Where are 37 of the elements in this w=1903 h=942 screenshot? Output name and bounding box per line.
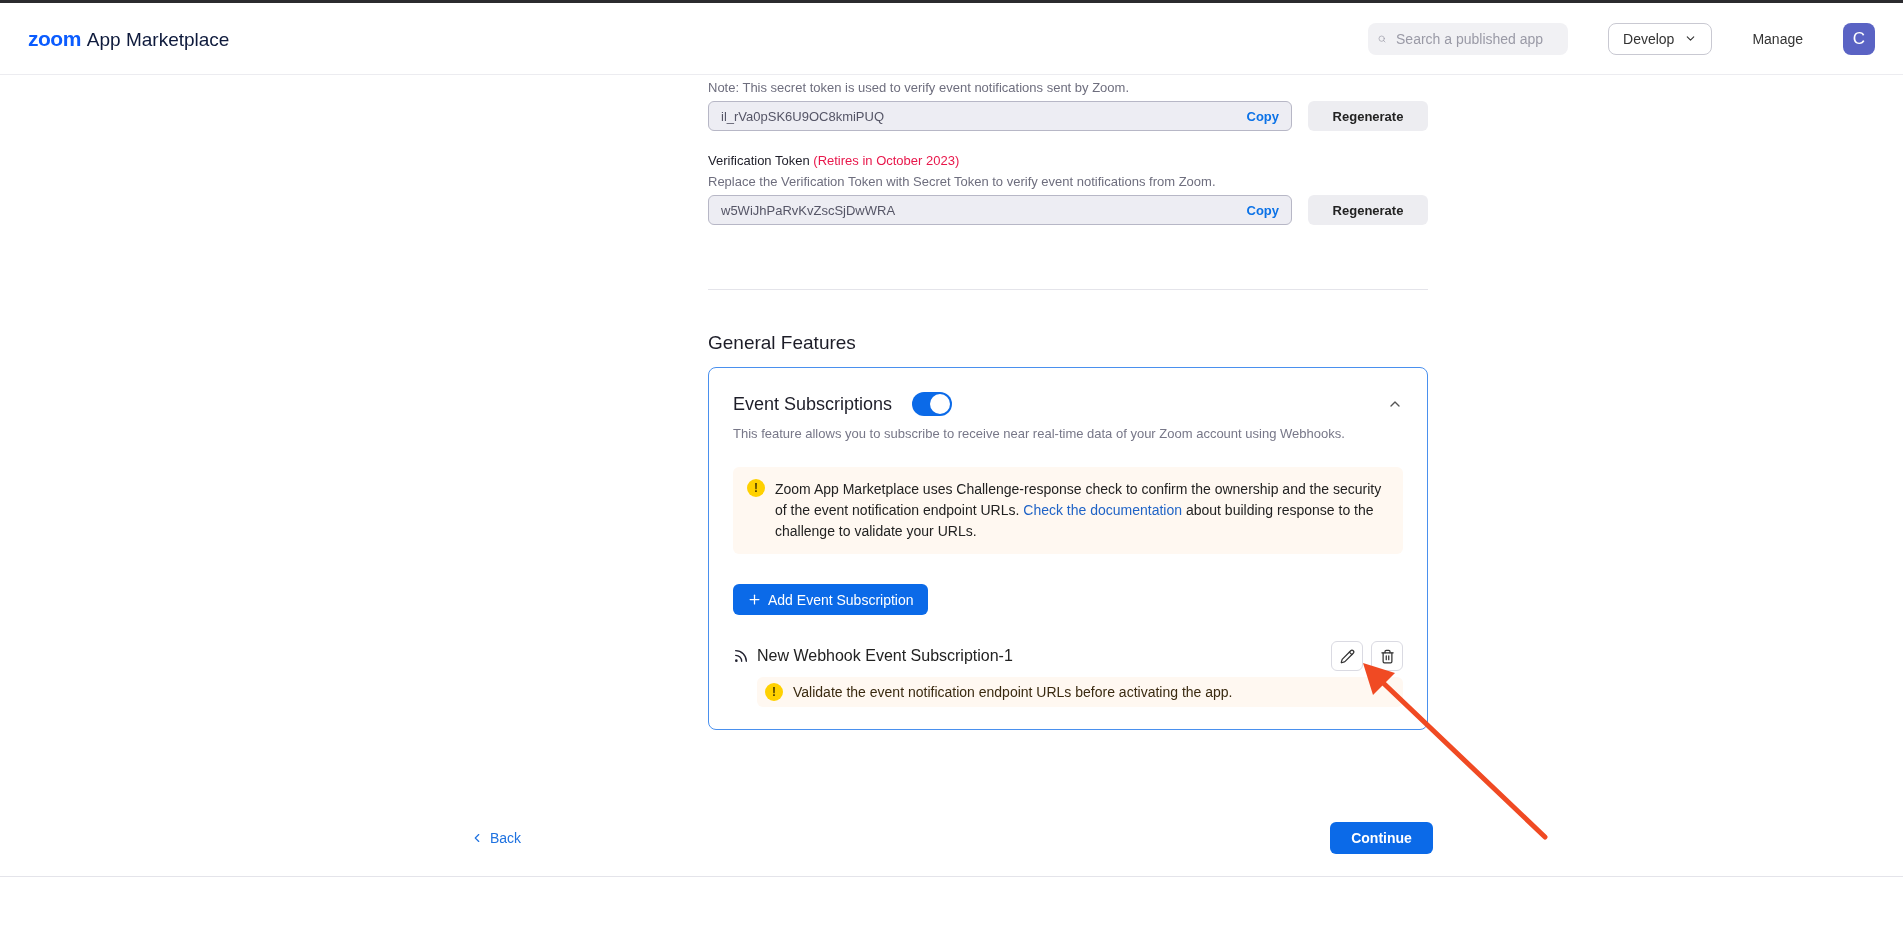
continue-button[interactable]: Continue	[1330, 822, 1433, 854]
field-description: Replace the Verification Token with Secret Token to verify event notifications from Zoom.	[708, 174, 1217, 189]
token-field[interactable]: w5WiJhPaRvKvZscSjDwWRA Copy	[708, 195, 1292, 225]
logo-text: App Marketplace	[86, 28, 230, 51]
documentation-link[interactable]: Check the documentation	[1023, 502, 1183, 518]
search-input[interactable]: Search a published app	[1394, 29, 1559, 48]
warning-icon: !	[765, 683, 783, 701]
develop-dropdown[interactable]: Develop	[1608, 22, 1713, 55]
warning-text: Validate the event notification endpoint URLs before activating the app.	[793, 684, 1233, 700]
feed-icon	[733, 648, 749, 664]
field-note: Note: This secret token is used to verify event notifications sent by Zoom.	[708, 80, 1130, 95]
card-description: This feature allows you to subscribe to receive near real-time data of your Zoom account using Webhooks.	[733, 426, 1346, 441]
manage-link[interactable]: Manage	[1752, 30, 1803, 47]
card-title: Event Subscriptions	[733, 393, 893, 415]
section-title: General Features	[708, 332, 857, 354]
logo-mark[interactable]: zoom	[28, 26, 81, 51]
warning-icon: !	[747, 479, 765, 497]
token-value: il_rVa0pSK6U9OC8kmiPUQ	[721, 108, 886, 124]
search-field[interactable]: Search a published app	[1368, 22, 1569, 55]
edit-button[interactable]	[1331, 641, 1363, 671]
avatar[interactable]: C	[1843, 22, 1875, 55]
field-label: Verification Token (Retires in October 2023)	[708, 153, 961, 168]
token-field[interactable]: il_rVa0pSK6U9OC8kmiPUQ Copy	[708, 101, 1292, 131]
copy-link[interactable]: Copy	[1246, 202, 1279, 218]
delete-button[interactable]	[1371, 641, 1403, 671]
alert-text: Zoom App Marketplace uses Challenge-response check to confirm the ownership and the security of the event notification endpoint URLs. Check the documentation about building response to the challenge to validate your URLs.	[775, 480, 1383, 541]
trash-icon	[1379, 648, 1395, 664]
back-link[interactable]: Back	[470, 830, 522, 846]
plus-icon	[747, 592, 762, 607]
regenerate-button[interactable]: Regenerate	[1308, 195, 1428, 225]
subscription-name: New Webhook Event Subscription-1	[757, 647, 1013, 665]
token-value: w5WiJhPaRvKvZscSjDwWRA	[721, 202, 897, 218]
pencil-icon	[1339, 648, 1355, 664]
regenerate-button[interactable]: Regenerate	[1308, 101, 1428, 131]
copy-link[interactable]: Copy	[1246, 108, 1279, 124]
toggle-switch[interactable]	[912, 392, 953, 416]
add-subscription-button[interactable]: Add Event Subscription	[733, 584, 928, 615]
